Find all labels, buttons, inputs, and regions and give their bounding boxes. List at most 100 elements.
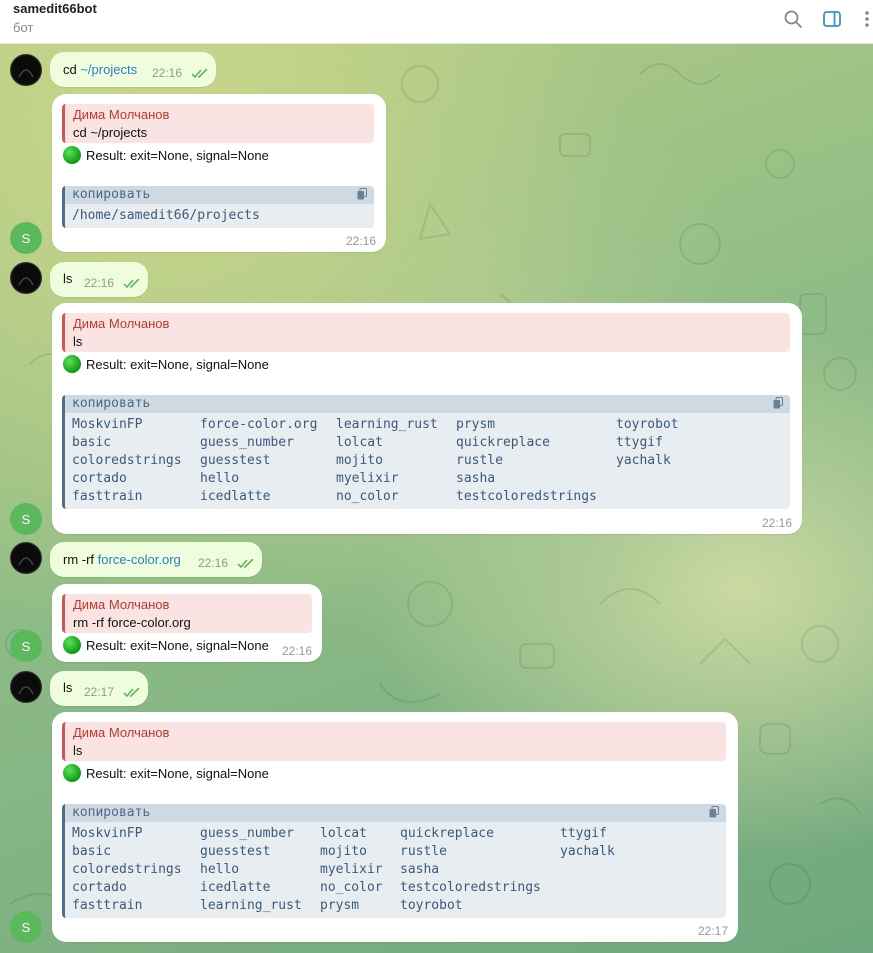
message-time: 22:16 — [84, 276, 115, 290]
message-time: 22:16 — [152, 66, 183, 80]
bot-avatar[interactable]: S — [10, 630, 42, 662]
file-entry: guesstest — [200, 453, 271, 468]
copy-icon[interactable] — [773, 397, 783, 409]
file-entry: cortado — [72, 880, 127, 895]
file-entry: no_color — [336, 489, 399, 504]
sidebar-toggle-icon[interactable] — [821, 8, 843, 30]
file-entry: sasha — [456, 471, 496, 486]
file-entry: mojito — [320, 844, 367, 859]
user-avatar[interactable] — [10, 262, 42, 294]
message-time: 22:16 — [198, 556, 229, 570]
bot-reply-bubble[interactable]: Дима Молчанов ls Result: exit=None, sign… — [52, 303, 802, 534]
file-entry: cortado — [72, 471, 127, 486]
message-time: 22:17 — [84, 685, 115, 699]
file-entry: prysm — [456, 417, 496, 432]
search-icon[interactable] — [782, 8, 804, 30]
reply-quote[interactable]: Дима Молчанов cd ~/projects — [62, 104, 374, 143]
bot-avatar[interactable]: S — [10, 503, 42, 535]
file-entry: MoskvinFP — [72, 417, 143, 432]
file-entry: guess_number — [200, 826, 294, 841]
code-block-header — [65, 804, 726, 822]
reply-quote[interactable]: Дима Молчанов rm -rf force-color.org — [62, 594, 312, 633]
file-entry: force-color.org — [200, 417, 318, 432]
code-block[interactable]: копировать MoskvinFP basic coloredstrings c… — [62, 395, 790, 509]
quote-author: Дима Молчанов — [73, 107, 170, 122]
chat-subtitle: бот — [13, 20, 34, 35]
code-block[interactable]: копировать MoskvinFP basic coloredstrings c… — [62, 804, 726, 918]
file-entry: hello — [200, 862, 240, 877]
bot-avatar[interactable]: S — [10, 222, 42, 254]
bot-reply-bubble[interactable]: Дима Молчанов ls Result: exit=None, sign… — [52, 712, 738, 942]
copy-label[interactable]: копировать — [72, 805, 150, 820]
chat-header: samedit66bot бот — [0, 0, 873, 44]
user-avatar[interactable] — [10, 54, 42, 86]
quote-text: ls — [73, 743, 83, 758]
message-link[interactable]: ~/projects — [80, 62, 137, 77]
file-entry: yachalk — [616, 453, 671, 468]
message-time: 22:16 — [346, 234, 377, 248]
copy-icon[interactable] — [709, 806, 719, 818]
copy-label[interactable]: копировать — [72, 187, 150, 202]
message-text: ls — [63, 271, 73, 286]
bot-reply-bubble[interactable]: Дима Молчанов rm -rf force-color.org Res… — [52, 584, 322, 662]
file-entry: hello — [200, 471, 240, 486]
file-entry: learning_rust — [336, 417, 438, 432]
file-entry: guesstest — [200, 844, 271, 859]
message-time: 22:16 — [762, 516, 793, 530]
user-avatar[interactable] — [10, 671, 42, 703]
message-bubble-outgoing[interactable]: cd ~/projects 22:16 — [50, 52, 216, 87]
more-vertical-icon[interactable] — [856, 8, 873, 30]
read-checkmarks-icon — [123, 688, 140, 698]
quote-author: Дима Молчанов — [73, 316, 170, 331]
file-entry: myelixir — [336, 471, 399, 486]
file-entry: sasha — [400, 862, 440, 877]
file-entry: prysm — [320, 898, 360, 913]
file-entry: rustle — [400, 844, 447, 859]
file-entry: basic — [72, 844, 112, 859]
copy-label[interactable]: копировать — [72, 396, 150, 411]
message-bubble-outgoing[interactable]: rm -rf force-color.org 22:16 — [50, 542, 262, 577]
code-text: /home/samedit66/projects — [72, 208, 260, 223]
quote-author: Дима Молчанов — [73, 597, 170, 612]
file-entry: coloredstrings — [72, 453, 182, 468]
file-entry: yachalk — [560, 844, 615, 859]
message-bubble-outgoing[interactable]: ls 22:16 — [50, 262, 148, 297]
file-entry: ttygif — [616, 435, 663, 450]
message-time: 22:17 — [698, 924, 729, 938]
read-checkmarks-icon — [123, 279, 140, 289]
result-line: Result: exit=None, signal=None — [63, 146, 269, 164]
result-line: Result: exit=None, signal=None — [63, 355, 269, 373]
file-entry: lolcat — [320, 826, 367, 841]
result-line: Result: exit=None, signal=None — [63, 636, 269, 654]
file-entry: mojito — [336, 453, 383, 468]
file-entry: toyrobot — [616, 417, 679, 432]
file-entry: fasttrain — [72, 898, 143, 913]
reply-quote[interactable]: Дима Молчанов ls — [62, 722, 726, 761]
chat-area[interactable]: cd ~/projects 22:16 Дима Молчанов cd ~/p… — [0, 44, 873, 953]
file-entry: MoskvinFP — [72, 826, 143, 841]
quote-text: cd ~/projects — [73, 125, 148, 140]
bot-reply-bubble[interactable]: Дима Молчанов cd ~/projects Result: exit… — [52, 94, 386, 252]
chat-title[interactable]: samedit66bot — [13, 1, 97, 16]
quote-text: ls — [73, 334, 83, 349]
file-entry: ttygif — [560, 826, 607, 841]
quote-author: Дима Молчанов — [73, 725, 170, 740]
user-avatar[interactable] — [10, 542, 42, 574]
message-text: rm -rf force-color.org — [63, 552, 181, 567]
reply-quote[interactable]: Дима Молчанов ls — [62, 313, 790, 352]
file-entry: rustle — [456, 453, 503, 468]
read-checkmarks-icon — [237, 559, 254, 569]
file-entry: testcoloredstrings — [456, 489, 597, 504]
file-entry: no_color — [320, 880, 383, 895]
green-circle-icon — [63, 636, 81, 654]
message-bubble-outgoing[interactable]: ls 22:17 — [50, 671, 148, 706]
bot-avatar[interactable]: S — [10, 911, 42, 943]
copy-icon[interactable] — [357, 188, 367, 200]
message-link[interactable]: force-color.org — [98, 552, 181, 567]
message-text: ls — [63, 680, 73, 695]
file-entry: testcoloredstrings — [400, 880, 541, 895]
file-entry: basic — [72, 435, 112, 450]
green-circle-icon — [63, 764, 81, 782]
file-entry: learning_rust — [200, 898, 302, 913]
code-block[interactable]: копировать /home/samedit66/projects — [62, 186, 374, 228]
